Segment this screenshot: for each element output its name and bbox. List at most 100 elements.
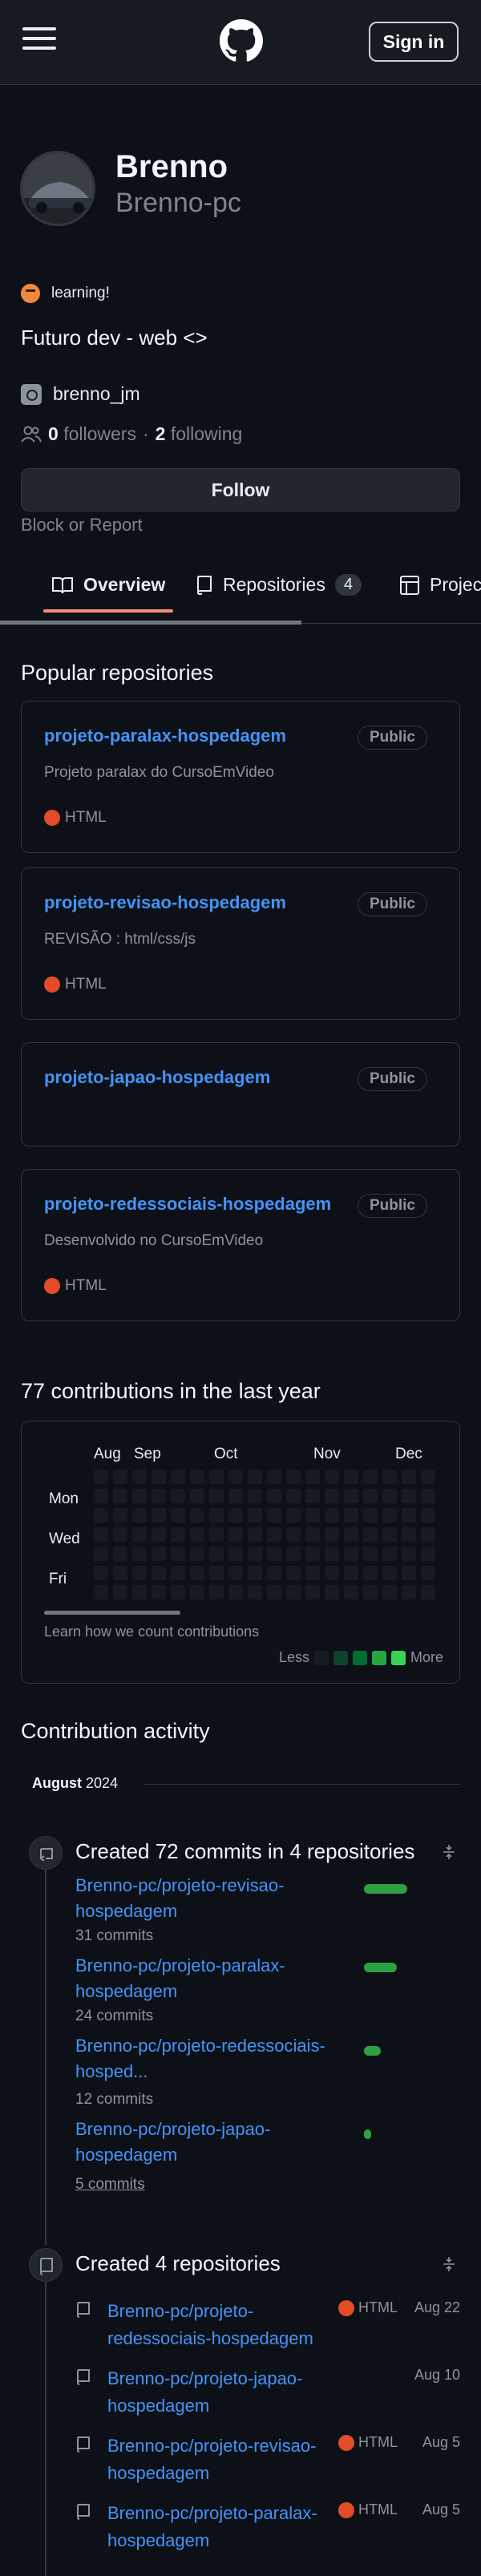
contribution-cell[interactable] (344, 1508, 358, 1523)
contribution-cell[interactable] (344, 1527, 358, 1542)
following-link[interactable]: 2 following (156, 423, 243, 445)
contribution-cell[interactable] (190, 1508, 204, 1523)
contribution-cell[interactable] (248, 1547, 262, 1561)
contribution-cell[interactable] (228, 1470, 243, 1484)
contribution-cell[interactable] (248, 1508, 262, 1523)
tabs-scrollbar[interactable] (0, 621, 301, 625)
contribution-cell[interactable] (190, 1547, 204, 1561)
contribution-cell[interactable] (267, 1508, 281, 1523)
contribution-cell[interactable] (267, 1489, 281, 1503)
social-link[interactable]: brenno_jm (21, 383, 140, 405)
contribution-cell[interactable] (402, 1547, 416, 1561)
contribution-cell[interactable] (113, 1470, 127, 1484)
contribution-cell[interactable] (248, 1527, 262, 1542)
contribution-cell[interactable] (286, 1489, 301, 1503)
contribution-cell[interactable] (344, 1489, 358, 1503)
contribution-cell[interactable] (363, 1508, 378, 1523)
contribution-cell[interactable] (267, 1527, 281, 1542)
contribution-cell[interactable] (94, 1566, 108, 1580)
contribution-cell[interactable] (132, 1508, 147, 1523)
contribution-cell[interactable] (171, 1547, 185, 1561)
contribution-cell[interactable] (363, 1489, 378, 1503)
contribution-cell[interactable] (171, 1566, 185, 1580)
contribution-cell[interactable] (363, 1470, 378, 1484)
contribution-cell[interactable] (402, 1470, 416, 1484)
contribution-cell[interactable] (421, 1470, 435, 1484)
repo-name-link[interactable]: projeto-redessociais-hospedagem (44, 1194, 331, 1215)
contribution-cell[interactable] (113, 1508, 127, 1523)
contribution-cell[interactable] (402, 1585, 416, 1599)
contribution-cell[interactable] (190, 1585, 204, 1599)
contribution-cell[interactable] (382, 1470, 397, 1484)
contribution-cell[interactable] (94, 1527, 108, 1542)
contribution-cell[interactable] (113, 1489, 127, 1503)
calendar-scrollbar[interactable] (44, 1611, 180, 1615)
contribution-cell[interactable] (190, 1566, 204, 1580)
contribution-cell[interactable] (344, 1547, 358, 1561)
contribution-cell[interactable] (190, 1527, 204, 1542)
commit-count-link[interactable]: 12 commits (75, 2091, 153, 2109)
contribution-cell[interactable] (132, 1527, 147, 1542)
tab-overview[interactable]: Overview (51, 574, 165, 596)
contribution-cell[interactable] (94, 1585, 108, 1599)
repo-card[interactable]: projeto-paralax-hospedagem Public Projet… (21, 701, 460, 853)
contribution-cell[interactable] (286, 1547, 301, 1561)
commit-repo-link[interactable]: Brenno-pc/projeto-paralax-hospedagem (75, 1953, 348, 2004)
commit-count-link[interactable]: 5 commits (75, 2176, 145, 2194)
contribution-cell[interactable] (382, 1489, 397, 1503)
contribution-cell[interactable] (94, 1489, 108, 1503)
contribution-cell[interactable] (382, 1527, 397, 1542)
contribution-cell[interactable] (382, 1547, 397, 1561)
contribution-cell[interactable] (286, 1566, 301, 1580)
contribution-cell[interactable] (325, 1547, 339, 1561)
contribution-cell[interactable] (228, 1547, 243, 1561)
contribution-cell[interactable] (113, 1585, 127, 1599)
repo-name-link[interactable]: projeto-paralax-hospedagem (44, 726, 286, 746)
contribution-cell[interactable] (113, 1547, 127, 1561)
contribution-cell[interactable] (152, 1527, 166, 1542)
contribution-cell[interactable] (305, 1508, 320, 1523)
contribution-cell[interactable] (382, 1585, 397, 1599)
contribution-cell[interactable] (248, 1566, 262, 1580)
contribution-cell[interactable] (94, 1547, 108, 1561)
contribution-cell[interactable] (113, 1527, 127, 1542)
contribution-cell[interactable] (325, 1470, 339, 1484)
contribution-cell[interactable] (209, 1566, 224, 1580)
tab-projects[interactable]: Projects (399, 574, 481, 596)
repo-name-link[interactable]: projeto-revisao-hospedagem (44, 892, 286, 913)
fold-icon[interactable] (441, 2256, 457, 2272)
contribution-cell[interactable] (421, 1508, 435, 1523)
contribution-cell[interactable] (171, 1508, 185, 1523)
followers-link[interactable]: 0 followers (48, 423, 136, 445)
contribution-cell[interactable] (248, 1470, 262, 1484)
contribution-cell[interactable] (402, 1508, 416, 1523)
contribution-cell[interactable] (402, 1527, 416, 1542)
contribution-cell[interactable] (190, 1470, 204, 1484)
repo-card[interactable]: projeto-japao-hospedagem Public (21, 1042, 460, 1146)
contribution-cell[interactable] (228, 1489, 243, 1503)
block-report-link[interactable]: Block or Report (21, 515, 143, 536)
contribution-cell[interactable] (248, 1585, 262, 1599)
contribution-cell[interactable] (132, 1547, 147, 1561)
contribution-cell[interactable] (228, 1527, 243, 1542)
contribution-cell[interactable] (382, 1508, 397, 1523)
contribution-cell[interactable] (421, 1547, 435, 1561)
contribution-cell[interactable] (132, 1585, 147, 1599)
contribution-cell[interactable] (132, 1489, 147, 1503)
contribution-cell[interactable] (267, 1566, 281, 1580)
contribution-cell[interactable] (248, 1489, 262, 1503)
commit-count-link[interactable]: 31 commits (75, 1927, 153, 1945)
contribution-cell[interactable] (209, 1527, 224, 1542)
contribution-cell[interactable] (267, 1585, 281, 1599)
contribution-cell[interactable] (171, 1585, 185, 1599)
contribution-cell[interactable] (421, 1566, 435, 1580)
contribution-cell[interactable] (113, 1566, 127, 1580)
contribution-cell[interactable] (363, 1527, 378, 1542)
contribution-cell[interactable] (228, 1508, 243, 1523)
contribution-cell[interactable] (421, 1527, 435, 1542)
contribution-cell[interactable] (267, 1470, 281, 1484)
created-repo-link[interactable]: Brenno-pc/projeto-redessociais-hospedage… (107, 2298, 348, 2352)
contribution-cell[interactable] (402, 1566, 416, 1580)
contribution-cell[interactable] (382, 1566, 397, 1580)
contribution-cell[interactable] (209, 1585, 224, 1599)
